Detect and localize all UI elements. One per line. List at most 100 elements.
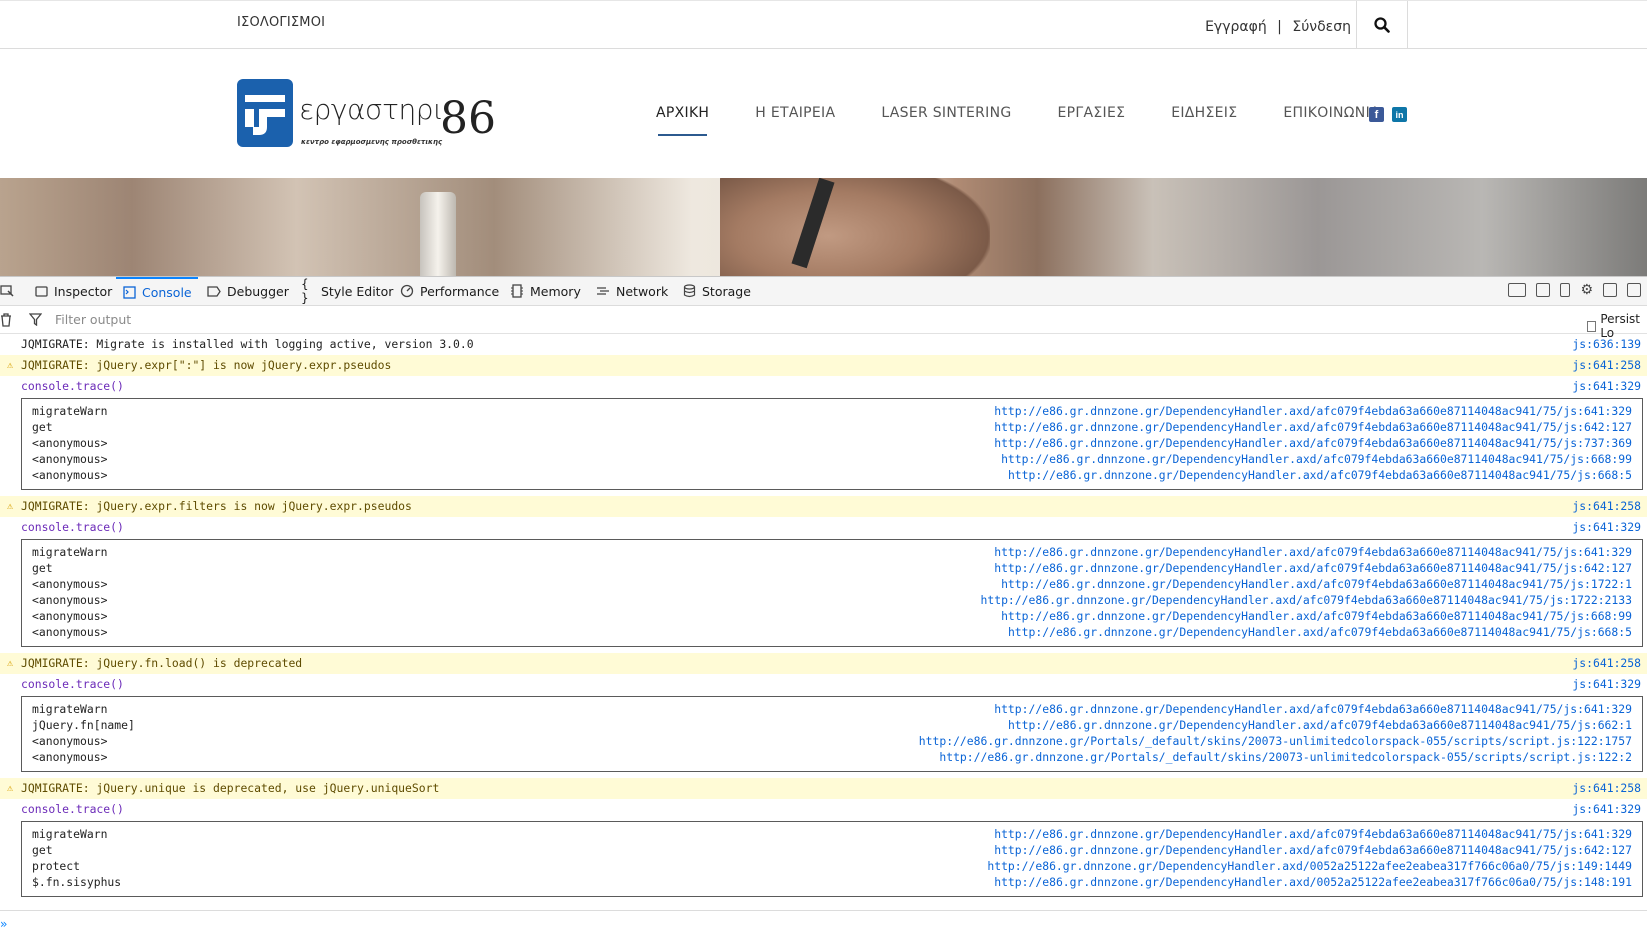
stack-frame-url[interactable]: http://e86.gr.dnnzone.gr/DependencyHandl… [994,560,1632,576]
console-warning: ⚠ JQMIGRATE: jQuery.expr[":"] is now jQue… [0,355,1647,376]
stack-frame: get http://e86.gr.dnnzone.gr/DependencyHa… [32,419,1632,435]
console-source-link[interactable]: js:641:329 [1572,517,1641,538]
stack-frame-url[interactable]: http://e86.gr.dnnzone.gr/DependencyHandl… [994,435,1632,451]
stack-frame-url[interactable]: http://e86.gr.dnnzone.gr/DependencyHandl… [994,874,1632,890]
stack-frame-url[interactable]: http://e86.gr.dnnzone.gr/Portals/_defaul… [919,733,1632,749]
performance-icon [400,284,414,298]
site-logo[interactable]: εργαστηρι 86 κεντρο εφαρμοσμενης προσθετ… [237,79,496,151]
tab-inspector-label: Inspector [54,283,113,299]
stack-frame-url[interactable]: http://e86.gr.dnnzone.gr/DependencyHandl… [1001,608,1632,624]
stack-frame-function: migrateWarn [32,404,108,418]
console-output[interactable]: JQMIGRATE: Migrate is installed with log… [0,334,1647,910]
stack-frame-url[interactable]: http://e86.gr.dnnzone.gr/DependencyHandl… [994,544,1632,560]
console-message-text: JQMIGRATE: jQuery.expr.filters is now jQ… [21,499,412,513]
tab-performance[interactable]: Performance [400,277,499,305]
auth-separator: | [1277,19,1282,35]
stack-frame-url[interactable]: http://e86.gr.dnnzone.gr/DependencyHandl… [994,419,1632,435]
network-icon [596,284,610,298]
tab-network-label: Network [616,283,669,299]
stack-frame-function: jQuery.fn[name] [32,718,135,732]
logo-number: 86 [440,93,496,144]
stack-frame: <anonymous> http://e86.gr.dnnzone.gr/Depe… [32,608,1632,624]
tab-performance-label: Performance [420,283,500,299]
nav-contact[interactable]: ΕΠΙΚΟΙΝΩΝΙΑ [1283,105,1379,121]
responsive-design-icon[interactable] [1560,283,1571,297]
tab-inspector[interactable]: Inspector [34,277,112,305]
console-source-link[interactable]: js:641:329 [1572,799,1641,820]
main-nav: ΑΡΧΙΚΗ Η ΕΤΑΙΡΕΙΑ LASER SINTERING ΕΡΓΑΣΙ… [656,105,1426,136]
console-source-link[interactable]: js:641:329 [1572,376,1641,397]
search-button[interactable] [1356,1,1408,49]
site-top-bar: ΙΣΟΛΟΓΙΣΜΟΙ Εγγραφή | Σύνδεση [0,0,1647,49]
console-input[interactable]: » [0,910,1647,937]
console-message-text: console.trace() [21,802,124,816]
tab-storage[interactable]: Storage [682,277,751,305]
frame-select-icon[interactable] [1508,283,1527,297]
nav-news[interactable]: ΕΙΔΗΣΕΙΣ [1171,105,1237,121]
stack-frame-url[interactable]: http://e86.gr.dnnzone.gr/DependencyHandl… [994,701,1632,717]
separate-window-icon[interactable] [1627,283,1641,297]
tab-style-editor-label: Style Editor [321,283,394,299]
stack-frame-function: <anonymous> [32,734,108,748]
console-source-link[interactable]: js:641:258 [1572,496,1641,517]
console-trace: console.trace() js:641:329 [0,674,1647,695]
devtools-toolbar-right: ⚙ [1508,283,1641,297]
stack-frame-url[interactable]: http://e86.gr.dnnzone.gr/DependencyHandl… [1008,717,1632,733]
tab-console-label: Console [142,284,192,300]
stack-frame-url[interactable]: http://e86.gr.dnnzone.gr/DependencyHandl… [994,403,1632,419]
stack-frame: <anonymous> http://e86.gr.dnnzone.gr/Port… [32,749,1632,765]
stack-frame-url[interactable]: http://e86.gr.dnnzone.gr/DependencyHandl… [994,842,1632,858]
settings-gear-icon[interactable]: ⚙ [1580,283,1593,297]
console-message-text: console.trace() [21,520,124,534]
persist-logs-checkbox[interactable] [1587,320,1597,332]
stack-frame-function: get [32,843,53,857]
console-source-link[interactable]: js:636:139 [1572,334,1641,355]
element-picker-button[interactable] [0,277,14,305]
warning-icon: ⚠ [7,783,14,794]
scratchpad-icon[interactable] [1536,283,1551,297]
auth-links: Εγγραφή | Σύνδεση [1205,19,1351,35]
stack-frame: <anonymous> http://e86.gr.dnnzone.gr/Depe… [32,576,1632,592]
stack-frame-url[interactable]: http://e86.gr.dnnzone.gr/DependencyHandl… [1008,624,1632,640]
stack-frame-function: protect [32,859,81,873]
tab-network[interactable]: Network [596,277,668,305]
top-link-balance-sheets[interactable]: ΙΣΟΛΟΓΙΣΜΟΙ [237,15,325,30]
stack-frame-url[interactable]: http://e86.gr.dnnzone.gr/DependencyHandl… [987,858,1632,874]
console-source-link[interactable]: js:641:258 [1572,653,1641,674]
memory-icon [510,284,524,298]
tab-debugger[interactable]: Debugger [207,277,289,305]
debugger-icon [207,284,221,298]
tab-console[interactable]: Console [116,277,198,305]
nav-home[interactable]: ΑΡΧΙΚΗ [656,105,709,136]
tab-style-editor[interactable]: { } Style Editor [301,277,393,305]
filter-output-input[interactable]: Filter output [55,312,131,327]
nav-laser-sintering[interactable]: LASER SINTERING [881,105,1011,121]
stack-frame-url[interactable]: http://e86.gr.dnnzone.gr/DependencyHandl… [981,592,1633,608]
register-link[interactable]: Εγγραφή [1205,19,1267,35]
filter-funnel-icon[interactable] [29,313,42,326]
style-editor-icon: { } [301,277,309,305]
linkedin-icon[interactable]: in [1392,107,1407,122]
nav-company[interactable]: Η ΕΤΑΙΡΕΙΑ [755,105,835,121]
tab-memory-label: Memory [530,283,581,299]
stack-frame-function: migrateWarn [32,827,108,841]
facebook-icon[interactable]: f [1369,107,1384,122]
stack-frame-url[interactable]: http://e86.gr.dnnzone.gr/DependencyHandl… [1001,576,1632,592]
storage-icon [682,284,696,298]
login-link[interactable]: Σύνδεση [1292,19,1351,35]
console-source-link[interactable]: js:641:258 [1572,355,1641,376]
dock-side-icon[interactable] [1603,283,1617,297]
stack-frame: <anonymous> http://e86.gr.dnnzone.gr/Depe… [32,624,1632,640]
stack-frame-url[interactable]: http://e86.gr.dnnzone.gr/DependencyHandl… [1001,451,1632,467]
stack-frame-url[interactable]: http://e86.gr.dnnzone.gr/DependencyHandl… [994,826,1632,842]
console-prompt-icon: » [0,917,8,931]
console-source-link[interactable]: js:641:258 [1572,778,1641,799]
stack-frame: <anonymous> http://e86.gr.dnnzone.gr/Depe… [32,451,1632,467]
clear-console-trash-icon[interactable] [0,313,12,327]
console-message-text: JQMIGRATE: jQuery.fn.load() is deprecate… [21,656,303,670]
stack-frame-url[interactable]: http://e86.gr.dnnzone.gr/DependencyHandl… [1008,467,1632,483]
stack-frame-url[interactable]: http://e86.gr.dnnzone.gr/Portals/_defaul… [939,749,1632,765]
nav-works[interactable]: ΕΡΓΑΣΙΕΣ [1058,105,1126,121]
tab-memory[interactable]: Memory [510,277,581,305]
console-source-link[interactable]: js:641:329 [1572,674,1641,695]
